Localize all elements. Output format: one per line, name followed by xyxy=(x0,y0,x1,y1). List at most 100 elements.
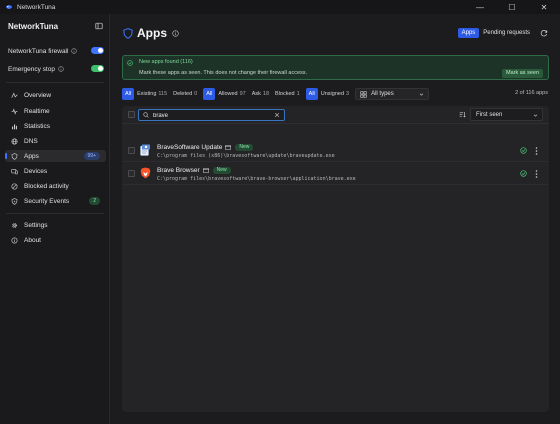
page-header: Apps xyxy=(123,26,179,40)
pulse-icon xyxy=(11,92,18,98)
sidebar-header: NetworkTuna xyxy=(8,22,59,31)
emergency-toggle-row: Emergency stop xyxy=(8,64,104,74)
info-icon[interactable] xyxy=(71,48,78,54)
chevron-down-icon xyxy=(533,114,538,117)
sidebar-item-label: Overview xyxy=(24,91,52,99)
devices-icon xyxy=(11,168,18,174)
grid-icon xyxy=(360,90,367,98)
filter-count: 97 xyxy=(239,91,246,97)
refresh-icon[interactable] xyxy=(540,29,548,37)
sidebar-item-apps[interactable]: Apps 99+ xyxy=(5,150,106,162)
window-icon xyxy=(225,145,232,150)
sidebar-item-settings[interactable]: Settings xyxy=(5,219,106,231)
main-content: Apps Apps Pending requests New apps foun… xyxy=(111,14,560,424)
info-icon[interactable] xyxy=(172,29,179,37)
row-checkbox[interactable] xyxy=(128,170,135,177)
wave-icon xyxy=(11,107,18,115)
sidebar-item-label: Devices xyxy=(24,167,48,175)
shield-icon xyxy=(123,27,133,39)
sidebar-item-about[interactable]: About xyxy=(5,234,106,246)
sidebar-item-blocked-activity[interactable]: Blocked activity xyxy=(5,180,106,192)
security-events-badge: 2 xyxy=(89,197,100,205)
block-icon xyxy=(11,183,18,189)
sort-icon[interactable] xyxy=(459,111,466,118)
select-all-checkbox[interactable] xyxy=(128,111,135,118)
firewall-toggle-row: NetworkTuna firewall xyxy=(8,46,104,56)
filter-unsigned[interactable]: Unsigned 3 xyxy=(318,88,352,100)
sidebar: NetworkTuna NetworkTuna firewall Emergen… xyxy=(0,14,110,424)
page-title: Apps xyxy=(137,26,167,40)
close-icon[interactable] xyxy=(274,112,280,118)
sidebar-item-label: Blocked activity xyxy=(24,182,69,190)
filter-allowed[interactable]: Allowed 97 xyxy=(215,88,248,100)
app-logo-icon xyxy=(5,5,13,9)
firewall-label: NetworkTuna firewall xyxy=(8,47,69,55)
sidebar-item-label: Realtime xyxy=(24,107,50,115)
globe-icon xyxy=(11,138,18,144)
new-apps-banner: New apps found (116) Mark these apps as … xyxy=(122,55,549,80)
banner-text: Mark these apps as seen. This does not c… xyxy=(139,70,308,76)
filter-label: Blocked xyxy=(275,91,295,97)
sidebar-item-realtime[interactable]: Realtime xyxy=(5,105,106,117)
firewall-switch[interactable] xyxy=(91,47,104,54)
filter-count: 115 xyxy=(158,91,168,97)
filter-all-existence[interactable]: All xyxy=(122,88,135,100)
access-filter: All Allowed 97 Ask 18 Blocked 1 xyxy=(203,88,302,100)
app-types-dropdown[interactable]: All types xyxy=(355,88,430,100)
search-box xyxy=(138,109,285,121)
sidebar-item-statistics[interactable]: Statistics xyxy=(5,120,106,132)
sidebar-item-overview[interactable]: Overview xyxy=(5,89,106,101)
minimize-button[interactable]: — xyxy=(464,0,496,14)
more-options-icon[interactable] xyxy=(535,170,538,178)
mark-as-seen-button[interactable]: Mark as seen xyxy=(501,69,543,78)
filter-count: 3 xyxy=(346,91,350,97)
sidebar-item-label: Security Events xyxy=(24,197,70,205)
new-badge: New xyxy=(235,144,254,151)
sidebar-item-devices[interactable]: Devices xyxy=(5,165,106,177)
list-item[interactable]: BraveSoftware Update New C:\program file… xyxy=(122,141,549,162)
window-icon xyxy=(202,168,209,173)
filter-deleted[interactable]: Deleted 0 xyxy=(170,88,200,100)
filter-bar: All Existing 115 Deleted 0 All Allowed 97 A… xyxy=(122,88,430,100)
sidebar-collapse-icon[interactable] xyxy=(95,22,103,30)
new-badge: New xyxy=(212,167,231,174)
filter-count: 18 xyxy=(262,91,270,97)
filter-label: Existing xyxy=(137,91,157,97)
filter-all-signature[interactable]: All xyxy=(305,88,318,100)
list-item[interactable]: Brave Browser New C:\program files\brave… xyxy=(122,164,549,185)
filter-label: Allowed xyxy=(218,91,238,97)
view-tabs: Apps Pending requests xyxy=(457,28,548,38)
sidebar-item-dns[interactable]: DNS xyxy=(5,135,106,147)
sidebar-item-security-events[interactable]: Security Events 2 xyxy=(5,195,106,207)
app-count: 2 of 116 apps xyxy=(515,90,548,96)
sort-dropdown[interactable]: First seen xyxy=(470,108,543,121)
info-icon[interactable] xyxy=(58,66,64,72)
tab-apps[interactable]: Apps xyxy=(457,28,480,38)
window-title: NetworkTuna xyxy=(17,3,56,11)
search-input[interactable] xyxy=(153,111,271,120)
row-checkbox[interactable] xyxy=(128,147,135,154)
filter-existing[interactable]: Existing 115 xyxy=(134,88,170,100)
app-path: C:\program files (x86)\bravesoftware\upd… xyxy=(157,153,335,159)
allowed-status-icon[interactable] xyxy=(520,170,527,177)
emergency-switch[interactable] xyxy=(91,65,104,72)
info-icon xyxy=(11,237,18,243)
filter-label: Unsigned xyxy=(320,91,345,97)
maximize-button[interactable]: ☐ xyxy=(496,0,528,14)
filter-label: Deleted xyxy=(173,91,193,97)
existence-filter: All Existing 115 Deleted 0 xyxy=(122,88,200,100)
allowed-status-icon[interactable] xyxy=(520,147,527,154)
filter-count: 0 xyxy=(194,91,198,97)
filter-blocked[interactable]: Blocked 1 xyxy=(272,88,303,100)
sidebar-item-label: Apps xyxy=(24,152,39,160)
app-name-line: Brave Browser New xyxy=(157,167,231,174)
filter-ask[interactable]: Ask 18 xyxy=(249,88,272,100)
gear-icon xyxy=(12,222,17,228)
more-options-icon[interactable] xyxy=(535,147,538,155)
close-button[interactable]: ✕ xyxy=(528,0,560,14)
apps-list-panel: First seen BraveSoftware Update New C:\p… xyxy=(122,106,549,412)
installer-icon xyxy=(140,144,150,156)
tab-pending-requests[interactable]: Pending requests xyxy=(479,28,534,38)
check-circle-icon xyxy=(127,60,133,66)
filter-all-access[interactable]: All xyxy=(203,88,216,100)
